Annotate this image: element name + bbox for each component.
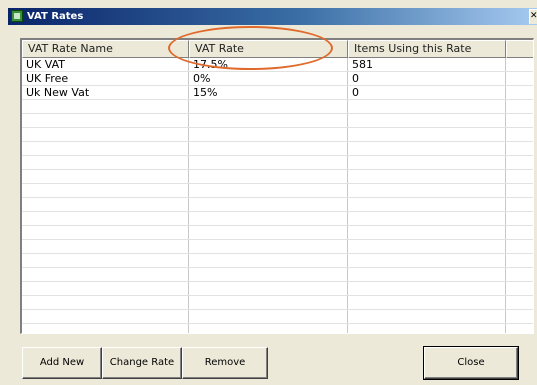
empty-row [22, 184, 533, 198]
app-icon [11, 10, 23, 22]
empty-row [22, 324, 533, 333]
empty-row [22, 296, 533, 310]
empty-row [22, 114, 533, 128]
empty-row [22, 142, 533, 156]
items-count-cell: 581 [352, 58, 373, 71]
items-count-cell: 0 [352, 86, 359, 99]
window-title: VAT Rates [27, 11, 84, 22]
rate-value-cell: 0% [193, 72, 211, 85]
table-row[interactable]: Uk New Vat 15% 0 [22, 86, 533, 100]
close-window-button[interactable]: ✕ [529, 9, 537, 24]
remove-button[interactable]: Remove [182, 347, 268, 379]
list-header: VAT Rate Name VAT Rate Items Using this … [22, 40, 533, 58]
rate-name-cell: Uk New Vat [26, 86, 90, 99]
empty-row [22, 170, 533, 184]
column-header-name[interactable]: VAT Rate Name [22, 40, 189, 58]
column-header-filler [506, 40, 533, 58]
change-rate-button[interactable]: Change Rate [102, 347, 182, 379]
empty-row [22, 310, 533, 324]
empty-row [22, 128, 533, 142]
empty-row [22, 156, 533, 170]
empty-row [22, 100, 533, 114]
add-new-button[interactable]: Add New [22, 347, 102, 379]
column-header-rate[interactable]: VAT Rate [189, 40, 348, 58]
empty-row [22, 212, 533, 226]
empty-row [22, 254, 533, 268]
vat-rates-window: VAT Rates ✕ VAT Rate Name VAT Rate Items… [0, 0, 537, 385]
table-row[interactable]: UK VAT 17.5% 581 [22, 58, 533, 72]
list-body: UK VAT 17.5% 581 UK Free 0% 0 Uk New Vat 15% 0 [22, 58, 533, 333]
close-label: Close [457, 357, 485, 368]
items-count-cell: 0 [352, 72, 359, 85]
title-bar[interactable]: VAT Rates ✕ [8, 8, 537, 25]
remove-label: Remove [204, 357, 246, 368]
vat-rates-list[interactable]: VAT Rate Name VAT Rate Items Using this … [20, 38, 534, 334]
empty-row [22, 226, 533, 240]
rate-value-cell: 17.5% [193, 58, 228, 71]
empty-row [22, 240, 533, 254]
empty-row [22, 282, 533, 296]
close-button[interactable]: Close [423, 346, 519, 380]
table-row[interactable]: UK Free 0% 0 [22, 72, 533, 86]
empty-row [22, 268, 533, 282]
rate-value-cell: 15% [193, 86, 218, 99]
add-new-label: Add New [39, 357, 85, 368]
change-rate-label: Change Rate [109, 357, 175, 368]
close-icon: ✕ [530, 11, 537, 21]
empty-row [22, 198, 533, 212]
rate-name-cell: UK Free [26, 72, 69, 85]
column-header-items[interactable]: Items Using this Rate [348, 40, 506, 58]
rate-name-cell: UK VAT [26, 58, 65, 71]
